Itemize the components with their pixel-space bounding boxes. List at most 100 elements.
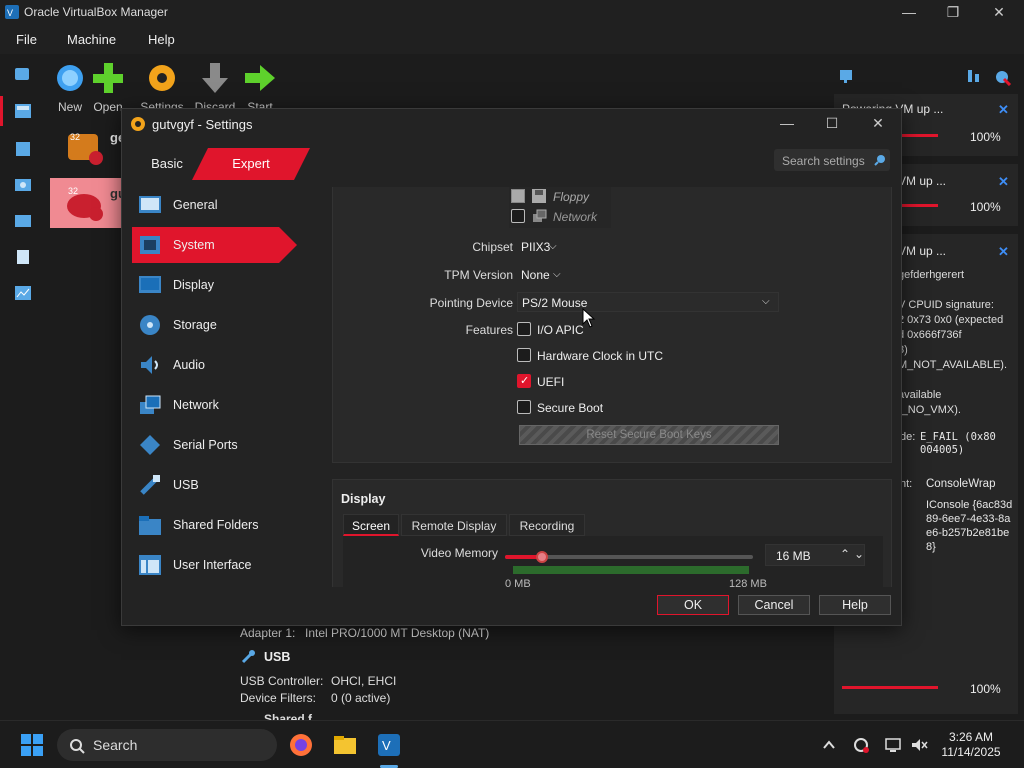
checkbox-box (517, 400, 531, 414)
category-general[interactable]: General (132, 187, 297, 223)
windows-start-icon[interactable] (20, 733, 44, 757)
menu-machine[interactable]: Machine (67, 32, 116, 47)
display-group: Display Screen Remote Display Recording … (332, 479, 892, 587)
category-storage[interactable]: Storage (132, 307, 297, 343)
shared-folders-header[interactable]: Shared f... (264, 712, 322, 720)
mouse-cursor-icon (582, 308, 596, 328)
settings-dialog: gutvgyf - Settings — ☐ ✕ Basic Expert Se… (121, 108, 902, 626)
discard-button[interactable]: Discard (191, 58, 239, 114)
checkbox-label: I/O APIC (537, 323, 584, 337)
virtualbox-taskbar-icon[interactable]: V (376, 732, 402, 758)
category-label: Storage (173, 318, 217, 332)
category-network[interactable]: Network (132, 387, 297, 423)
io-apic-checkbox[interactable]: I/O APIC (517, 321, 717, 339)
vm-os-icon: 32 (68, 132, 103, 165)
clear-notifications-icon[interactable] (994, 68, 1012, 86)
activities-icon[interactable] (12, 282, 34, 304)
notification-close-button[interactable]: ✕ (998, 174, 1009, 190)
slider-handle[interactable] (536, 551, 549, 563)
notification-close-button[interactable]: ✕ (998, 244, 1009, 260)
open-button[interactable]: Open (84, 58, 132, 114)
mode-basic-tab[interactable]: Basic (132, 148, 202, 180)
reset-secure-boot-keys-button[interactable]: Reset Secure Boot Keys (519, 425, 779, 445)
chevron-down-icon[interactable]: ⌄ (854, 547, 864, 561)
secure-boot-checkbox[interactable]: Secure Boot (517, 399, 717, 417)
cancel-button[interactable]: Cancel (738, 595, 810, 615)
new-star-icon (57, 65, 83, 91)
extensions-icon[interactable] (12, 246, 34, 268)
virtualbox-logo-icon: V (5, 5, 19, 19)
help-button[interactable]: Help (819, 595, 891, 615)
menu-bar: File Machine Help (0, 24, 1024, 54)
dialog-maximize-button[interactable]: ☐ (821, 113, 843, 133)
dialog-minimize-button[interactable]: — (776, 113, 798, 133)
system-chip-icon (138, 233, 162, 257)
settings-button[interactable]: Settings (138, 58, 186, 114)
result-code-value: E_FAIL (0x80004005) (920, 431, 996, 456)
chevron-up-icon[interactable] (822, 738, 836, 752)
file-explorer-icon[interactable] (332, 732, 358, 758)
menu-help[interactable]: Help (148, 32, 175, 47)
notification-bell-icon[interactable] (838, 68, 854, 84)
maximize-button[interactable]: ❐ (942, 2, 964, 22)
machines-icon[interactable] (12, 100, 34, 122)
category-user-interface[interactable]: User Interface (132, 547, 297, 583)
mode-expert-tab[interactable]: Expert (192, 148, 310, 180)
notification-close-button[interactable]: ✕ (998, 102, 1009, 118)
start-button[interactable]: Start (236, 58, 284, 114)
display-icon[interactable] (884, 736, 902, 754)
category-audio[interactable]: Audio (132, 347, 297, 383)
notification-percent: 100% (970, 682, 1001, 696)
volume-muted-icon[interactable] (910, 736, 928, 754)
firefox-icon[interactable] (288, 732, 314, 758)
menu-file[interactable]: File (16, 32, 37, 47)
category-label: User Interface (173, 558, 252, 572)
boot-item-checkbox[interactable] (511, 209, 525, 223)
slider-max-label: 128 MB (729, 578, 767, 587)
sync-icon[interactable] (852, 736, 870, 754)
network-manager-icon[interactable] (12, 174, 34, 196)
boot-item-checkbox[interactable] (511, 189, 525, 203)
chipset-combo[interactable]: PIIX3 ⌵ (519, 236, 567, 256)
system-clock[interactable]: 3:26 AM 11/14/2025 (936, 730, 1006, 760)
category-system[interactable]: System (132, 227, 297, 263)
category-serial-ports[interactable]: Serial Ports (132, 427, 297, 463)
tab-recording[interactable]: Recording (509, 514, 585, 536)
ok-button[interactable]: OK (657, 595, 729, 615)
sort-icon[interactable] (966, 68, 982, 84)
category-label: Shared Folders (173, 518, 259, 532)
clock-date: 11/14/2025 (941, 745, 1001, 759)
media-icon[interactable] (12, 138, 34, 160)
category-display[interactable]: Display (132, 267, 297, 303)
uefi-checkbox[interactable]: UEFI (517, 373, 717, 391)
tpm-combo[interactable]: None ⌵ (519, 264, 569, 284)
video-memory-spinbox[interactable]: 16 MB ⌃ ⌄ (765, 544, 865, 566)
vm-os-icon: 32 (67, 186, 103, 221)
cloud-icon[interactable] (12, 210, 34, 232)
reset-keys-label: Reset Secure Boot Keys (586, 429, 712, 441)
category-shared-folders[interactable]: Shared Folders (132, 507, 297, 543)
screen-tab-panel: Video Memory 16 MB ⌃ ⌄ 0 MB 128 MB (343, 536, 883, 587)
close-button[interactable]: ✕ (988, 2, 1010, 22)
pointing-device-combo[interactable]: PS/2 Mouse ⌵ (517, 292, 779, 312)
tab-remote-display[interactable]: Remote Display (401, 514, 507, 536)
search-settings-input[interactable]: Search settings (774, 149, 890, 171)
taskbar-search[interactable]: Search (57, 729, 277, 761)
plus-icon (93, 63, 123, 93)
boot-order-list[interactable]: Floppy Network (509, 187, 611, 228)
floppy-icon (532, 189, 546, 203)
video-memory-slider[interactable] (505, 550, 753, 574)
arrow-down-icon (202, 63, 228, 93)
hardware-clock-utc-checkbox[interactable]: Hardware Clock in UTC (517, 347, 717, 365)
minimize-button[interactable]: — (898, 2, 920, 22)
checkbox-box-checked (517, 374, 531, 388)
category-usb[interactable]: USB (132, 467, 297, 503)
usb-section-header[interactable]: USB (264, 650, 290, 664)
chevron-up-icon[interactable]: ⌃ (840, 547, 850, 561)
tab-screen[interactable]: Screen (343, 514, 399, 536)
svg-text:V: V (382, 738, 391, 753)
chevron-down-icon: ⌵ (553, 269, 561, 280)
error-message-text: gefderhgerert V CPUID signature: 2 0x73 … (898, 269, 1008, 416)
welcome-icon[interactable] (12, 64, 34, 86)
dialog-close-button[interactable]: ✕ (867, 113, 889, 133)
